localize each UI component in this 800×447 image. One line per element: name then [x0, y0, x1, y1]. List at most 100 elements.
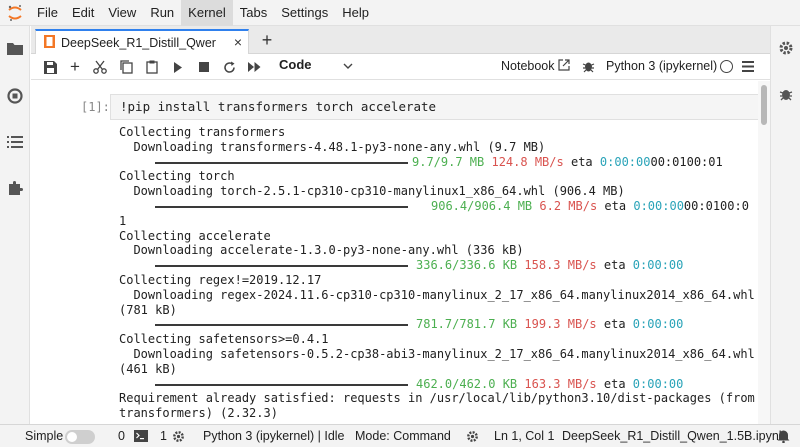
output-line: Collecting transformers [119, 125, 286, 139]
progress-eta-time: 0:00:00 [633, 198, 684, 213]
output-line: (461 kB) [119, 361, 177, 376]
property-inspector-gear-icon[interactable] [776, 38, 796, 58]
output-line: Downloading transformers-4.48.1-py3-none… [119, 139, 546, 154]
notebook-file-icon [44, 35, 55, 51]
progress-bar [155, 265, 408, 268]
progress-bar [155, 383, 408, 386]
line-col-gear-icon[interactable] [466, 430, 479, 446]
menu-settings[interactable]: Settings [274, 0, 335, 26]
output-line: Collecting accelerate [119, 228, 271, 243]
cursor-position[interactable]: Ln 1, Col 1 [494, 429, 554, 443]
cut-scissors-icon[interactable] [91, 58, 109, 76]
tab-notebook[interactable]: DeepSeek_R1_Distill_Qwer × [35, 29, 249, 55]
progress-size: 9.7/9.7 MB [412, 154, 485, 169]
output-line: Collecting regex!=2019.12.17 [119, 272, 322, 287]
kernel-status[interactable]: Python 3 (ipykernel) | Idle [203, 429, 345, 443]
tab-close-icon[interactable]: × [234, 34, 242, 50]
simple-mode-toggle[interactable] [65, 430, 95, 444]
execution-prompt: [1]: [81, 100, 110, 114]
folder-icon[interactable] [5, 38, 25, 58]
progress-speed: 199.3 MB/s [524, 317, 597, 332]
copy-icon[interactable] [117, 58, 135, 76]
output-line: Downloading accelerate-1.3.0-py3-none-an… [119, 243, 524, 258]
menu-edit[interactable]: Edit [65, 0, 101, 26]
tab-label: DeepSeek_R1_Distill_Qwer [61, 36, 216, 50]
progress-size: 906.4/906.4 MB [431, 198, 533, 213]
terminals-count[interactable]: 0 [118, 429, 125, 443]
status-filename: DeepSeek_R1_Distill_Qwen_1.5B.ipynb [562, 429, 786, 443]
progress-text: 781.7/781.7 KB 199.3 MB/s eta 0:00:00 [416, 317, 683, 332]
run-play-icon[interactable] [169, 58, 187, 76]
output-line: Collecting safetensors>=0.4.1 [119, 332, 329, 347]
progress-eta-label: eta [603, 258, 626, 273]
progress-eta-time: 0:00:00 [632, 258, 684, 273]
progress-size: 781.7/781.7 KB [416, 317, 518, 332]
restart-kernel-icon[interactable] [220, 58, 238, 76]
status-bar: Simple 0 1 Python 3 (ipykernel) | Idle M… [0, 424, 800, 447]
menu-help[interactable]: Help [335, 0, 376, 26]
kernel-settings-gear-icon[interactable] [172, 430, 185, 446]
progress-speed: 158.3 MB/s [524, 258, 597, 273]
kernel-name[interactable]: Python 3 (ipykernel) [606, 59, 717, 73]
progress-tail: 00:0100:0 [683, 198, 749, 213]
table-of-contents-icon[interactable] [5, 132, 25, 152]
left-sidebar [0, 26, 30, 424]
tab-bar: DeepSeek_R1_Distill_Qwer × + [31, 26, 770, 55]
menu-file[interactable]: File [30, 0, 65, 26]
right-sidebar [770, 26, 800, 424]
menu-view[interactable]: View [101, 0, 143, 26]
progress-tail: 00:0100:01 [650, 154, 723, 169]
cell-type-select[interactable]: Code [279, 57, 312, 72]
notebook-scrollbar[interactable] [758, 81, 770, 424]
extensions-puzzle-icon[interactable] [5, 178, 25, 198]
progress-bar [155, 205, 408, 208]
menu-kernel[interactable]: Kernel [181, 0, 233, 26]
output-line: (781 kB) [119, 302, 177, 317]
progress-line: 462.0/462.0 KB 163.3 MB/s eta 0:00:00 [119, 377, 769, 392]
cell-output: Collecting transformers Downloading tran… [119, 125, 769, 421]
progress-size: 336.6/336.6 KB [416, 258, 518, 273]
output-line: Downloading safetensors-0.5.2-cp38-abi3-… [119, 346, 755, 361]
code-input[interactable]: !pip install transformers torch accelera… [110, 94, 770, 120]
progress-eta-label: eta [603, 317, 626, 332]
notebook-label[interactable]: Notebook [501, 59, 555, 73]
progress-eta-time: 0:00:00 [599, 154, 651, 169]
progress-speed: 163.3 MB/s [524, 376, 597, 391]
debugger-bug-icon[interactable] [776, 84, 796, 104]
open-external-icon[interactable] [558, 59, 570, 74]
jupyter-logo-icon[interactable] [0, 0, 30, 26]
progress-line: 781.7/781.7 KB 199.3 MB/s eta 0:00:00 [119, 317, 769, 332]
menu-tabs[interactable]: Tabs [233, 0, 274, 26]
debugger-bug-icon[interactable] [582, 59, 595, 76]
insert-cell-plus-icon[interactable]: + [66, 57, 84, 76]
interrupt-stop-icon[interactable] [195, 58, 213, 76]
progress-bar [155, 324, 408, 327]
terminal-icon[interactable] [134, 430, 148, 445]
chevron-down-icon[interactable] [343, 58, 353, 73]
progress-line: 9.7/9.7 MB 124.8 MB/s eta 0:00:0000:0100… [119, 155, 769, 170]
simple-mode-label: Simple [25, 429, 64, 443]
menu-run[interactable]: Run [143, 0, 181, 26]
progress-eta-time: 0:00:00 [632, 376, 684, 391]
new-tab-plus-icon[interactable]: + [257, 31, 277, 51]
run-all-fast-forward-icon[interactable] [245, 58, 263, 76]
kernels-count[interactable]: 1 [160, 429, 167, 443]
output-line: Downloading regex-2024.11.6-cp310-cp310-… [119, 287, 755, 302]
output-line: Requirement already satisfied: requests … [119, 391, 755, 406]
save-icon[interactable] [41, 58, 59, 76]
progress-speed: 6.2 MB/s [539, 198, 598, 213]
progress-speed: 124.8 MB/s [491, 154, 564, 169]
progress-text: 336.6/336.6 KB 158.3 MB/s eta 0:00:00 [416, 258, 683, 273]
menu-bar: File Edit View Run Kernel Tabs Settings … [0, 0, 800, 26]
notebook-toolbar: + Code Notebook Python 3 (ipykernel) [31, 54, 770, 80]
running-kernels-icon[interactable] [5, 86, 25, 106]
progress-text: 9.7/9.7 MB 124.8 MB/s eta 0:00:0000:0100… [412, 155, 723, 170]
paste-clipboard-icon[interactable] [143, 58, 161, 76]
progress-eta-label: eta [570, 154, 593, 169]
notification-bell-icon[interactable] [777, 429, 790, 446]
menu-hamburger-icon[interactable] [742, 60, 754, 75]
kernel-status-circle-icon [720, 60, 733, 73]
progress-line: 906.4/906.4 MB 6.2 MB/s eta 0:00:0000:01… [119, 199, 769, 214]
progress-eta-time: 0:00:00 [632, 317, 684, 332]
scroll-thumb[interactable] [761, 85, 767, 125]
